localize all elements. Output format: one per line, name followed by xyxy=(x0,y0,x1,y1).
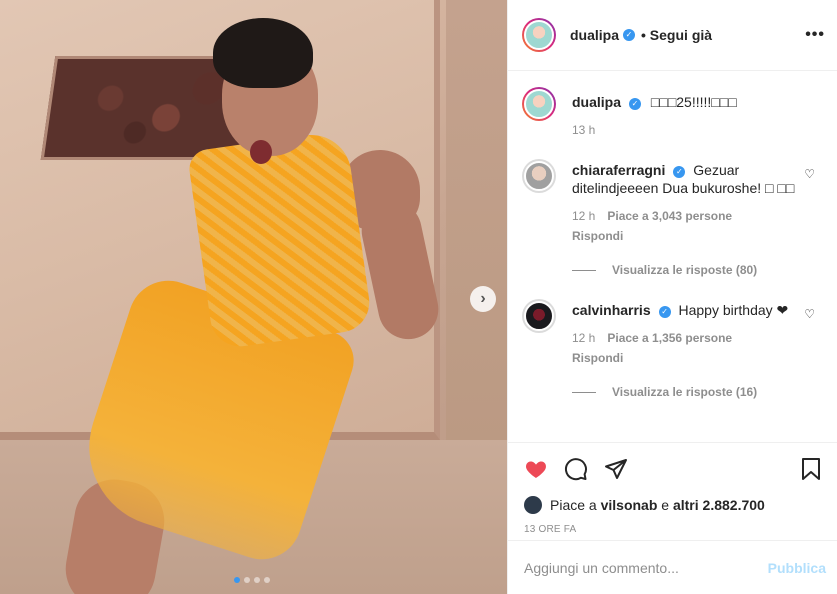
avatar[interactable] xyxy=(524,496,542,514)
caption-text: □□□25!!!!!□□□ xyxy=(650,94,737,110)
chevron-right-icon: › xyxy=(480,290,486,307)
carousel-indicator xyxy=(234,577,270,583)
divider xyxy=(572,269,596,271)
comment-text: Happy birthday ❤ xyxy=(678,302,789,318)
photo-person-mouth xyxy=(250,140,272,164)
comment-likes[interactable]: Piace a 1,356 persone xyxy=(607,331,732,345)
caption-username[interactable]: dualipa xyxy=(572,94,621,110)
comments-list[interactable]: dualipa ✓ □□□25!!!!!□□□ 13 h chiaraferrag… xyxy=(508,71,837,442)
post-sidebar: dualipa ✓ • Segui già ••• dualipa ✓ □□□25… xyxy=(507,0,837,594)
comment-icon[interactable] xyxy=(564,457,588,481)
heart-filled-icon[interactable] xyxy=(524,457,548,481)
verified-icon: ✓ xyxy=(658,306,671,318)
avatar[interactable] xyxy=(522,87,556,121)
verified-icon: ✓ xyxy=(629,98,642,110)
list-item: calvinharris ✓ Happy birthday ❤ 12 h Piac… xyxy=(522,299,821,365)
view-replies-button[interactable]: Visualizza le risposte (80) xyxy=(572,263,821,277)
more-options-icon[interactable]: ••• xyxy=(805,26,825,44)
bookmark-icon[interactable] xyxy=(799,457,823,481)
post-comment-button[interactable]: Pubblica xyxy=(768,560,826,576)
share-icon[interactable] xyxy=(604,457,628,481)
post-header: dualipa ✓ • Segui già ••• xyxy=(508,0,837,71)
avatar[interactable] xyxy=(522,18,556,52)
list-item: chiaraferragni ✓ Gezuar ditelindjeeeen Du… xyxy=(522,159,821,243)
comment-input[interactable] xyxy=(524,559,768,576)
likes-user[interactable]: vilsonab xyxy=(601,497,658,513)
avatar[interactable] xyxy=(522,159,556,193)
reply-button[interactable]: Rispondi xyxy=(572,229,797,243)
post-photo[interactable]: › xyxy=(0,0,507,594)
view-replies-label: Visualizza le risposte (16) xyxy=(612,385,758,399)
comment-likes[interactable]: Piace a 3,043 persone xyxy=(607,209,732,223)
comment-username[interactable]: calvinharris xyxy=(572,302,651,318)
caption: dualipa ✓ □□□25!!!!!□□□ 13 h xyxy=(522,87,821,137)
comment-username[interactable]: chiaraferragni xyxy=(572,162,665,178)
carousel-dot xyxy=(244,577,250,583)
divider xyxy=(572,391,596,393)
comment-time[interactable]: 12 h xyxy=(572,331,595,345)
carousel-dot xyxy=(234,577,240,583)
likes-rest[interactable]: altri 2.882.700 xyxy=(673,497,765,513)
likes-summary: Piace a vilsonab e altri 2.882.700 xyxy=(508,494,837,516)
post-actions xyxy=(508,442,837,494)
likes-prefix: Piace a xyxy=(550,497,597,513)
comment-time[interactable]: 12 h xyxy=(572,209,595,223)
caption-time[interactable]: 13 h xyxy=(572,123,595,137)
view-replies-label: Visualizza le risposte (80) xyxy=(612,263,758,277)
carousel-next-button[interactable]: › xyxy=(470,286,496,312)
view-replies-button[interactable]: Visualizza le risposte (16) xyxy=(572,385,821,399)
header-username[interactable]: dualipa xyxy=(570,27,619,43)
photo-dress-top xyxy=(186,129,374,351)
avatar[interactable] xyxy=(522,299,556,333)
carousel-dot xyxy=(264,577,270,583)
heart-outline-icon[interactable]: ♡ xyxy=(804,307,815,321)
verified-icon: ✓ xyxy=(673,166,686,178)
post-timestamp[interactable]: 13 ORE FA xyxy=(508,516,837,535)
likes-middle: e xyxy=(661,497,670,513)
follow-status[interactable]: • Segui già xyxy=(641,27,712,43)
heart-outline-icon[interactable]: ♡ xyxy=(804,167,815,181)
comment-composer: Pubblica xyxy=(508,540,837,594)
verified-icon: ✓ xyxy=(623,29,636,41)
carousel-dot xyxy=(254,577,260,583)
reply-button[interactable]: Rispondi xyxy=(572,351,797,365)
photo-person-hair xyxy=(213,18,313,88)
